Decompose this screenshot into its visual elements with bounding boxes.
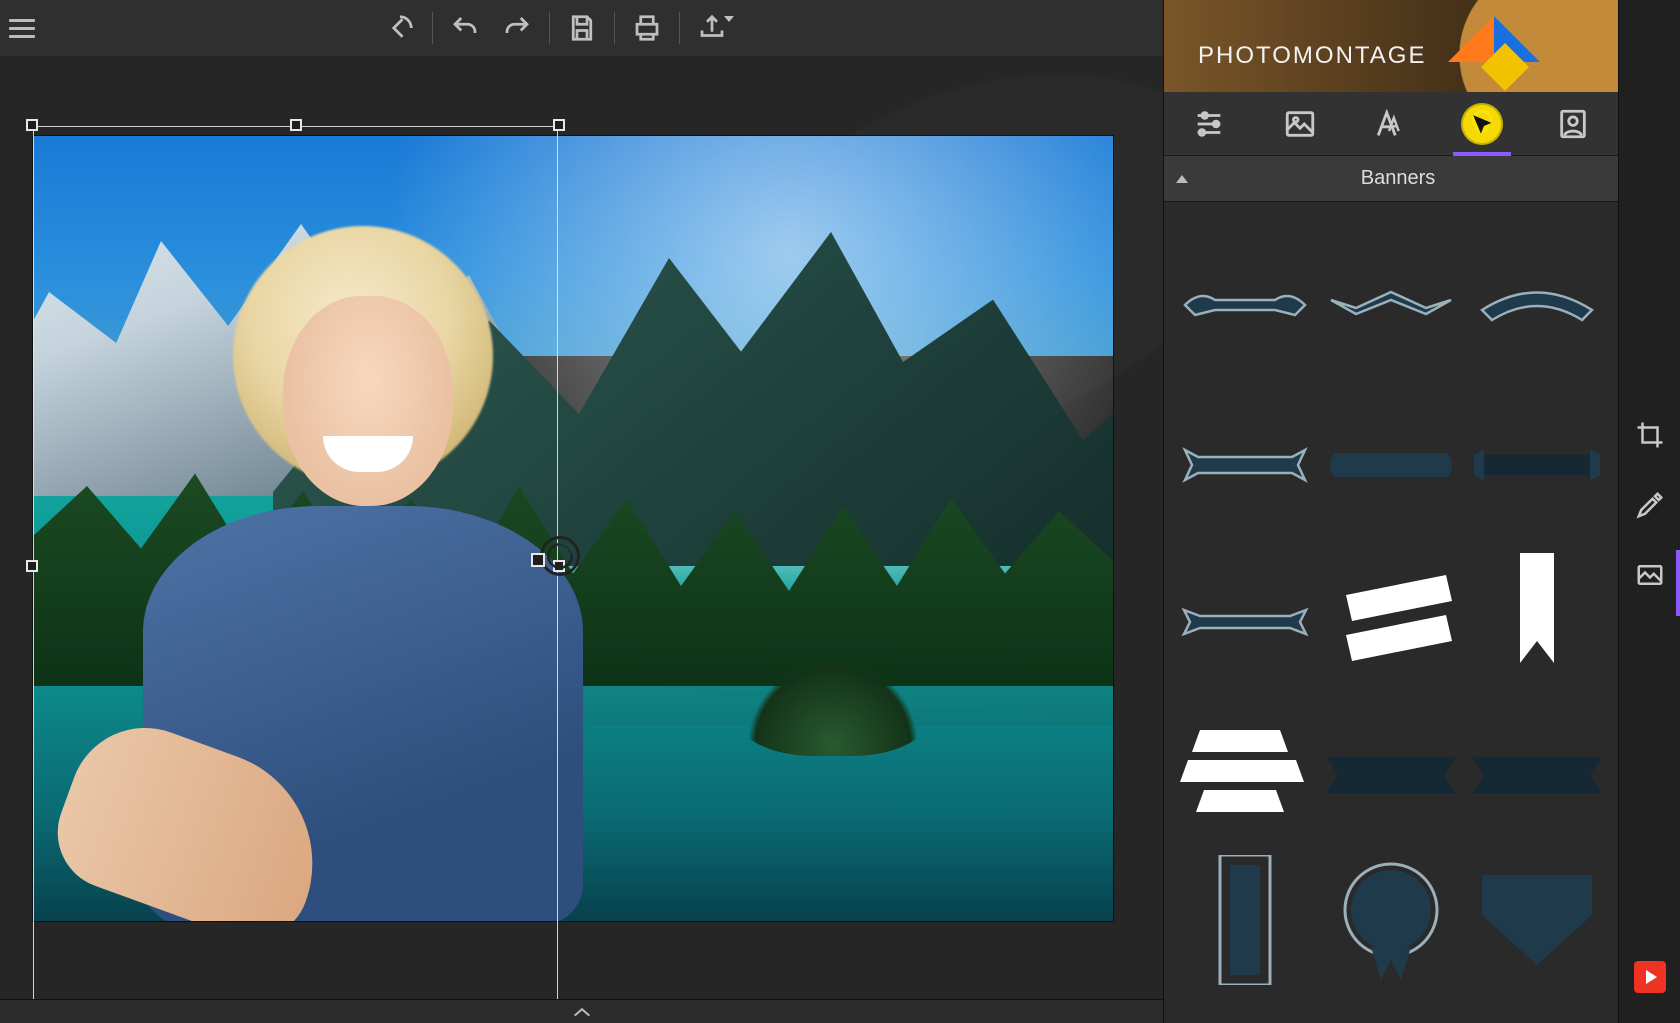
section-label: Banners	[1192, 167, 1604, 190]
foreground-person-layer[interactable]	[73, 226, 593, 921]
banner-item-ribbon-straight-outline[interactable]	[1175, 385, 1315, 525]
side-panel: PHOTOMONTAGE Banners	[1163, 0, 1618, 1023]
banner-item-stripes-diagonal-white[interactable]	[1321, 540, 1461, 680]
canvas-area[interactable]	[0, 56, 1163, 1023]
active-strip-indicator	[1676, 550, 1680, 616]
cursor-icon	[1473, 115, 1491, 133]
panel-header: PHOTOMONTAGE	[1164, 0, 1618, 92]
images-tab[interactable]	[1255, 92, 1346, 155]
redo-button[interactable]	[491, 0, 543, 56]
resize-handle-nw[interactable]	[26, 119, 38, 131]
banner-item-badge-medal-outline[interactable]	[1321, 850, 1461, 990]
banner-item-pennant-solid[interactable]	[1467, 850, 1607, 990]
adjustments-tab[interactable]	[1164, 92, 1255, 155]
composite-image[interactable]	[33, 136, 1113, 921]
save-icon	[567, 13, 597, 43]
picture-icon	[1283, 107, 1317, 141]
top-toolbar	[0, 0, 1163, 56]
text-icon	[1374, 107, 1408, 141]
resize-handle-ne[interactable]	[553, 119, 565, 131]
toolbar-separator	[614, 12, 615, 44]
save-button[interactable]	[556, 0, 608, 56]
eyedropper-tool-button[interactable]	[1619, 470, 1680, 540]
redo-icon	[502, 13, 532, 43]
print-button[interactable]	[621, 0, 673, 56]
crop-tool-button[interactable]	[1619, 400, 1680, 470]
undo-icon	[450, 13, 480, 43]
collapse-arrow-icon	[1176, 175, 1188, 183]
shapes-tab[interactable]	[1436, 92, 1527, 155]
banner-item-ribbon-straight-solid[interactable]	[1321, 385, 1461, 525]
banner-item-bookmark-white[interactable]	[1467, 540, 1607, 680]
header-art	[1418, 6, 1578, 86]
eyedropper-icon	[1635, 490, 1665, 520]
text-tab[interactable]	[1346, 92, 1437, 155]
toolbar-separator	[549, 12, 550, 44]
section-header-banners[interactable]: Banners	[1164, 156, 1618, 202]
cursor-highlight	[1463, 105, 1501, 143]
print-icon	[632, 13, 662, 43]
image-bg-decor	[733, 646, 933, 756]
toolbar-buttons	[374, 0, 738, 56]
banner-item-ribbon-diamond-outline[interactable]	[1321, 230, 1461, 370]
image-fg-decor	[283, 296, 453, 506]
banner-grid	[1164, 202, 1618, 1023]
banner-item-badge-rect-outline[interactable]	[1175, 850, 1315, 990]
share-icon	[697, 13, 727, 43]
play-button[interactable]	[1634, 961, 1666, 993]
banner-item-stripes-stagger-white[interactable]	[1175, 695, 1315, 835]
portrait-tab[interactable]	[1527, 92, 1618, 155]
expand-bottom-panel[interactable]	[0, 999, 1163, 1023]
share-button[interactable]	[686, 0, 738, 56]
banner-item-ribbon-notch-dark-1[interactable]	[1321, 695, 1461, 835]
sliders-icon	[1192, 107, 1226, 141]
toolbar-separator	[432, 12, 433, 44]
person-icon	[1556, 107, 1590, 141]
chevron-up-icon	[571, 1005, 593, 1019]
undo-all-icon	[385, 13, 415, 43]
banner-item-ribbon-straight-thin[interactable]	[1175, 540, 1315, 680]
rotate-handle[interactable]	[540, 536, 580, 576]
undo-all-button[interactable]	[374, 0, 426, 56]
menu-button[interactable]	[0, 0, 44, 56]
resize-handle-n[interactable]	[290, 119, 302, 131]
banner-item-ribbon-notch-dark-2[interactable]	[1467, 695, 1607, 835]
banner-item-ribbon-straight-dark[interactable]	[1467, 385, 1607, 525]
resize-handle-w[interactable]	[26, 560, 38, 572]
crop-icon	[1635, 420, 1665, 450]
chevron-down-icon	[724, 16, 734, 22]
image-layers-icon	[1635, 560, 1665, 590]
toolbar-separator	[679, 12, 680, 44]
panel-title: PHOTOMONTAGE	[1198, 42, 1426, 70]
banner-item-ribbon-wave-outline[interactable]	[1175, 230, 1315, 370]
right-tool-strip	[1618, 0, 1680, 1023]
category-tabs	[1164, 92, 1618, 156]
image-layers-button[interactable]	[1619, 540, 1680, 610]
banner-item-ribbon-arc-outline[interactable]	[1467, 230, 1607, 370]
undo-button[interactable]	[439, 0, 491, 56]
